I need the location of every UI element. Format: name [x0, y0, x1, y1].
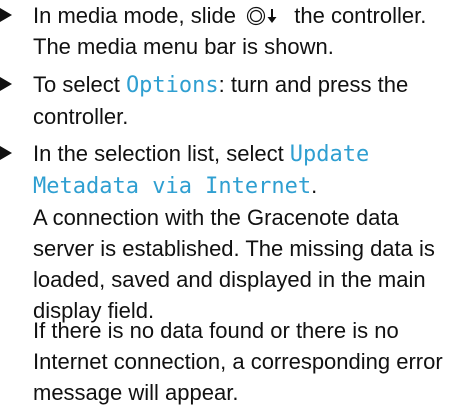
- update-metadata-term-line2: Metadata via Internet: [33, 174, 312, 199]
- controller-slide-down-icon: [247, 6, 277, 26]
- update-metadata-term-line1: Update: [289, 142, 370, 167]
- step-2-line2: controller.: [33, 104, 129, 129]
- step-3-line2-after: .: [311, 173, 318, 198]
- step-2-line1-after: : turn and press the: [218, 72, 409, 97]
- step-marker-icon: [0, 146, 12, 160]
- step-3-result-line-2: server is established. The missing data …: [33, 236, 435, 261]
- step-1-line1-before: In media mode, slide: [33, 3, 236, 28]
- options-menu-term: Options: [125, 73, 219, 98]
- step-3-text: In the selection list, select Update Met…: [33, 138, 463, 326]
- note-paragraph: If there is no data found or there is no…: [33, 315, 463, 408]
- step-1-line2: The media menu bar is shown.: [33, 34, 334, 59]
- note-line-3: message will appear.: [33, 380, 239, 405]
- step-3-line1-before: In the selection list, select: [33, 141, 290, 166]
- step-3-result-line-3: loaded, saved and displayed in the main: [33, 267, 426, 292]
- instruction-page: In media mode, slide the controller. The…: [0, 0, 464, 405]
- step-2-line1-before: To select: [33, 72, 126, 97]
- step-1-line1-after: the controller.: [294, 3, 427, 28]
- step-3-result-line-1: A connection with the Gracenote data: [33, 205, 399, 230]
- step-2-text: To select Options: turn and press the co…: [33, 69, 463, 132]
- step-marker-icon: [0, 77, 12, 91]
- step-marker-icon: [0, 8, 12, 22]
- note-line-2: Internet connection, a corresponding err…: [33, 349, 443, 374]
- note-line-1: If there is no data found or there is no: [33, 318, 399, 343]
- step-1-text: In media mode, slide the controller. The…: [33, 0, 463, 62]
